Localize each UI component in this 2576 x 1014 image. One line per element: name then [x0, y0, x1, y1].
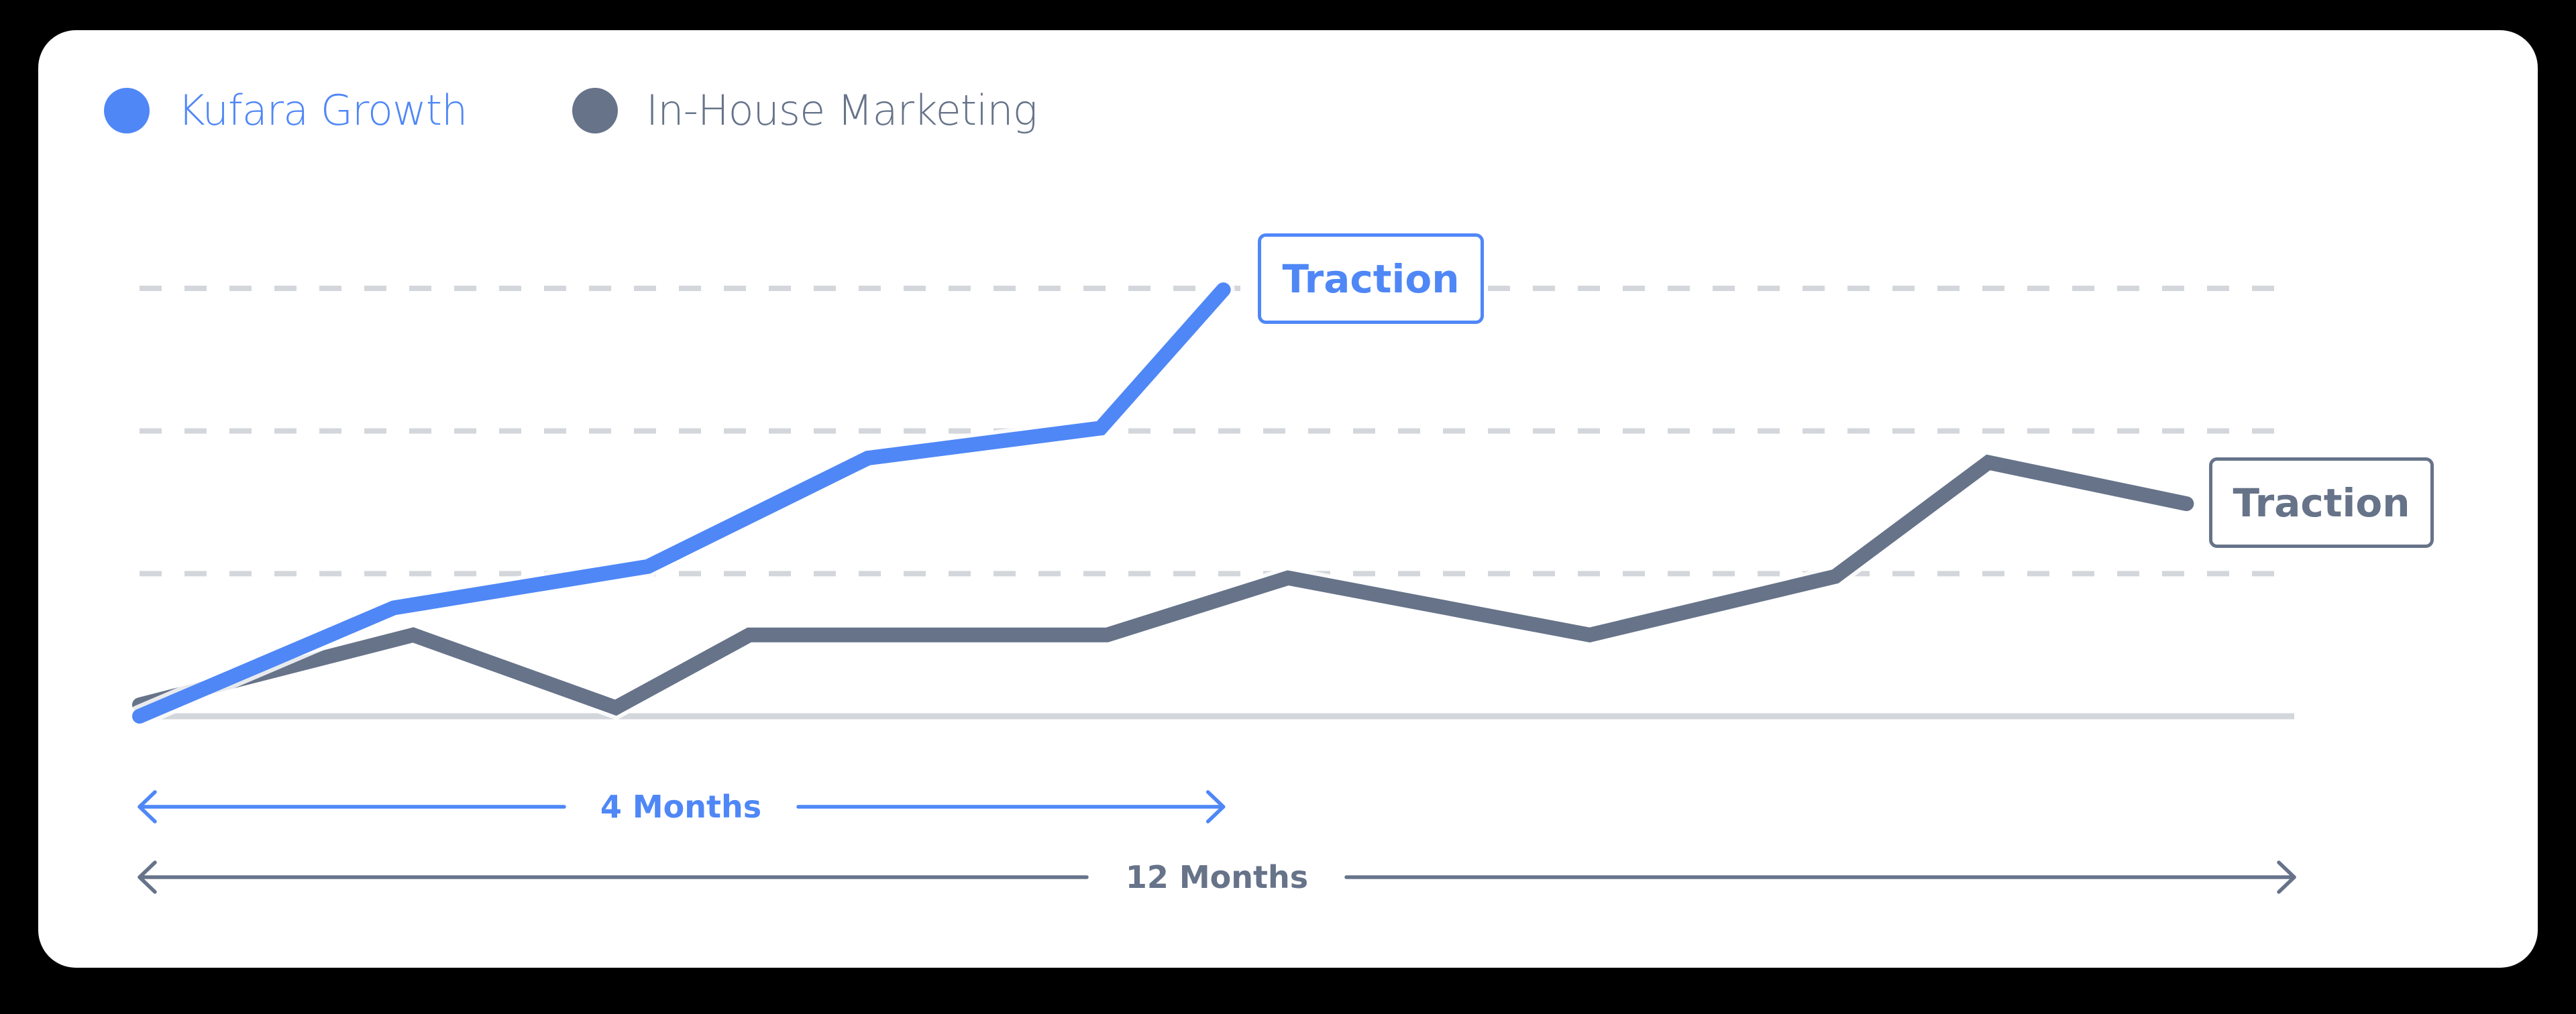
series: [128, 278, 2198, 728]
span-label-12-months: 12 Months: [1125, 859, 1309, 895]
series-halo: [128, 450, 2198, 720]
series-line-in-house-marketing: [132, 454, 2194, 716]
traction-callout-in-house: Traction: [2209, 457, 2434, 548]
span-label-4-months: 4 Months: [600, 789, 762, 825]
traction-callout-kufara: Traction: [1258, 233, 1484, 324]
series-line-kufara-growth: [132, 282, 1231, 724]
